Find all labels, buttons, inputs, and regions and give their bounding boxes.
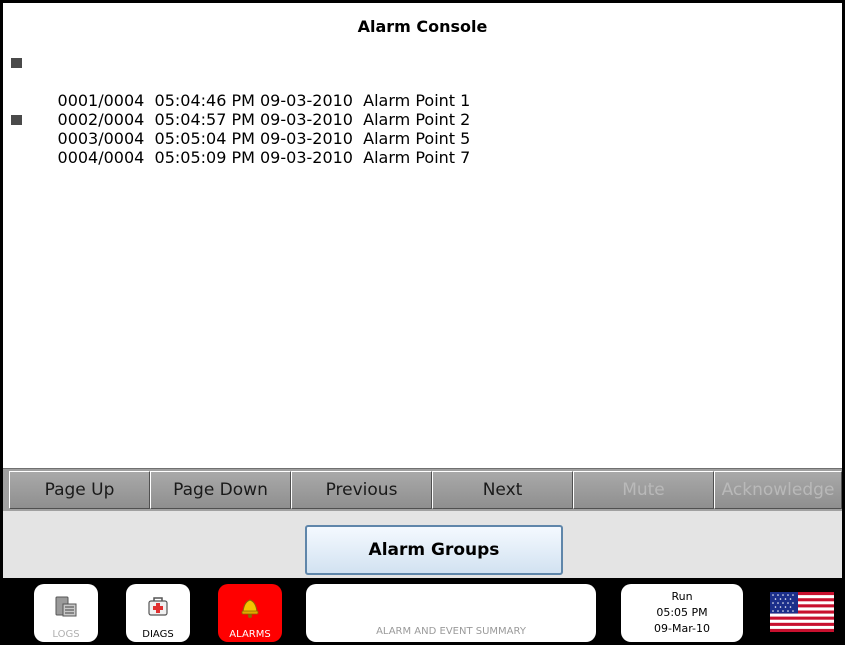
alarm-console-window: Alarm Console 0001/0004 05:04:46 PM 09-0… <box>3 3 842 642</box>
clock-time: 05:05 PM <box>656 606 708 619</box>
alarms-label: ALARMS <box>229 629 271 640</box>
run-status: Run <box>671 590 693 603</box>
alarm-row[interactable]: 0001/0004 05:04:46 PM 09-03-2010 Alarm P… <box>11 53 831 110</box>
diags-label: DIAGS <box>142 629 174 640</box>
previous-button[interactable]: Previous <box>291 471 432 509</box>
alarms-button[interactable]: ALARMS <box>218 584 282 642</box>
logs-label: LOGS <box>52 629 80 640</box>
medical-kit-icon <box>148 597 168 616</box>
alarm-list[interactable]: 0001/0004 05:04:46 PM 09-03-2010 Alarm P… <box>11 53 831 167</box>
us-flag-icon[interactable] <box>770 592 834 632</box>
logs-button[interactable]: LOGS <box>34 584 98 642</box>
navigation-toolbar: Page Up Page Down Previous Next Mute Ack… <box>3 468 842 511</box>
acknowledge-button[interactable]: Acknowledge <box>714 471 842 509</box>
alarm-row[interactable]: 0002/0004 05:04:57 PM 09-03-2010 Alarm P… <box>11 72 831 129</box>
alarm-row-text: 0003/0004 05:05:04 PM 09-03-2010 Alarm P… <box>57 129 471 148</box>
unacknowledged-marker-icon <box>11 58 22 68</box>
groups-panel: Alarm Groups <box>3 511 842 581</box>
alarm-row[interactable]: 0004/0004 05:05:09 PM 09-03-2010 Alarm P… <box>11 110 831 167</box>
clock-date: 09-Mar-10 <box>654 622 710 635</box>
next-button[interactable]: Next <box>432 471 573 509</box>
page-up-button[interactable]: Page Up <box>9 471 150 509</box>
summary-label: ALARM AND EVENT SUMMARY <box>376 626 526 637</box>
mute-button[interactable]: Mute <box>573 471 714 509</box>
alarm-groups-button[interactable]: Alarm Groups <box>305 525 563 575</box>
alarm-event-summary[interactable]: ALARM AND EVENT SUMMARY <box>306 584 596 642</box>
unacknowledged-marker-icon <box>11 115 22 125</box>
page-title: Alarm Console <box>357 17 488 36</box>
alarm-row-text: 0004/0004 05:05:09 PM 09-03-2010 Alarm P… <box>57 148 471 167</box>
bell-icon <box>241 599 259 618</box>
page-down-button[interactable]: Page Down <box>150 471 291 509</box>
diags-button[interactable]: DIAGS <box>126 584 190 642</box>
computer-icon <box>55 596 77 617</box>
alarm-row[interactable]: 0003/0004 05:05:04 PM 09-03-2010 Alarm P… <box>11 91 831 148</box>
taskbar: LOGS DIAGS ALARMS ALARM AND EVENT SUMMAR… <box>3 578 842 642</box>
status-panel: Run 05:05 PM 09-Mar-10 <box>621 584 743 642</box>
